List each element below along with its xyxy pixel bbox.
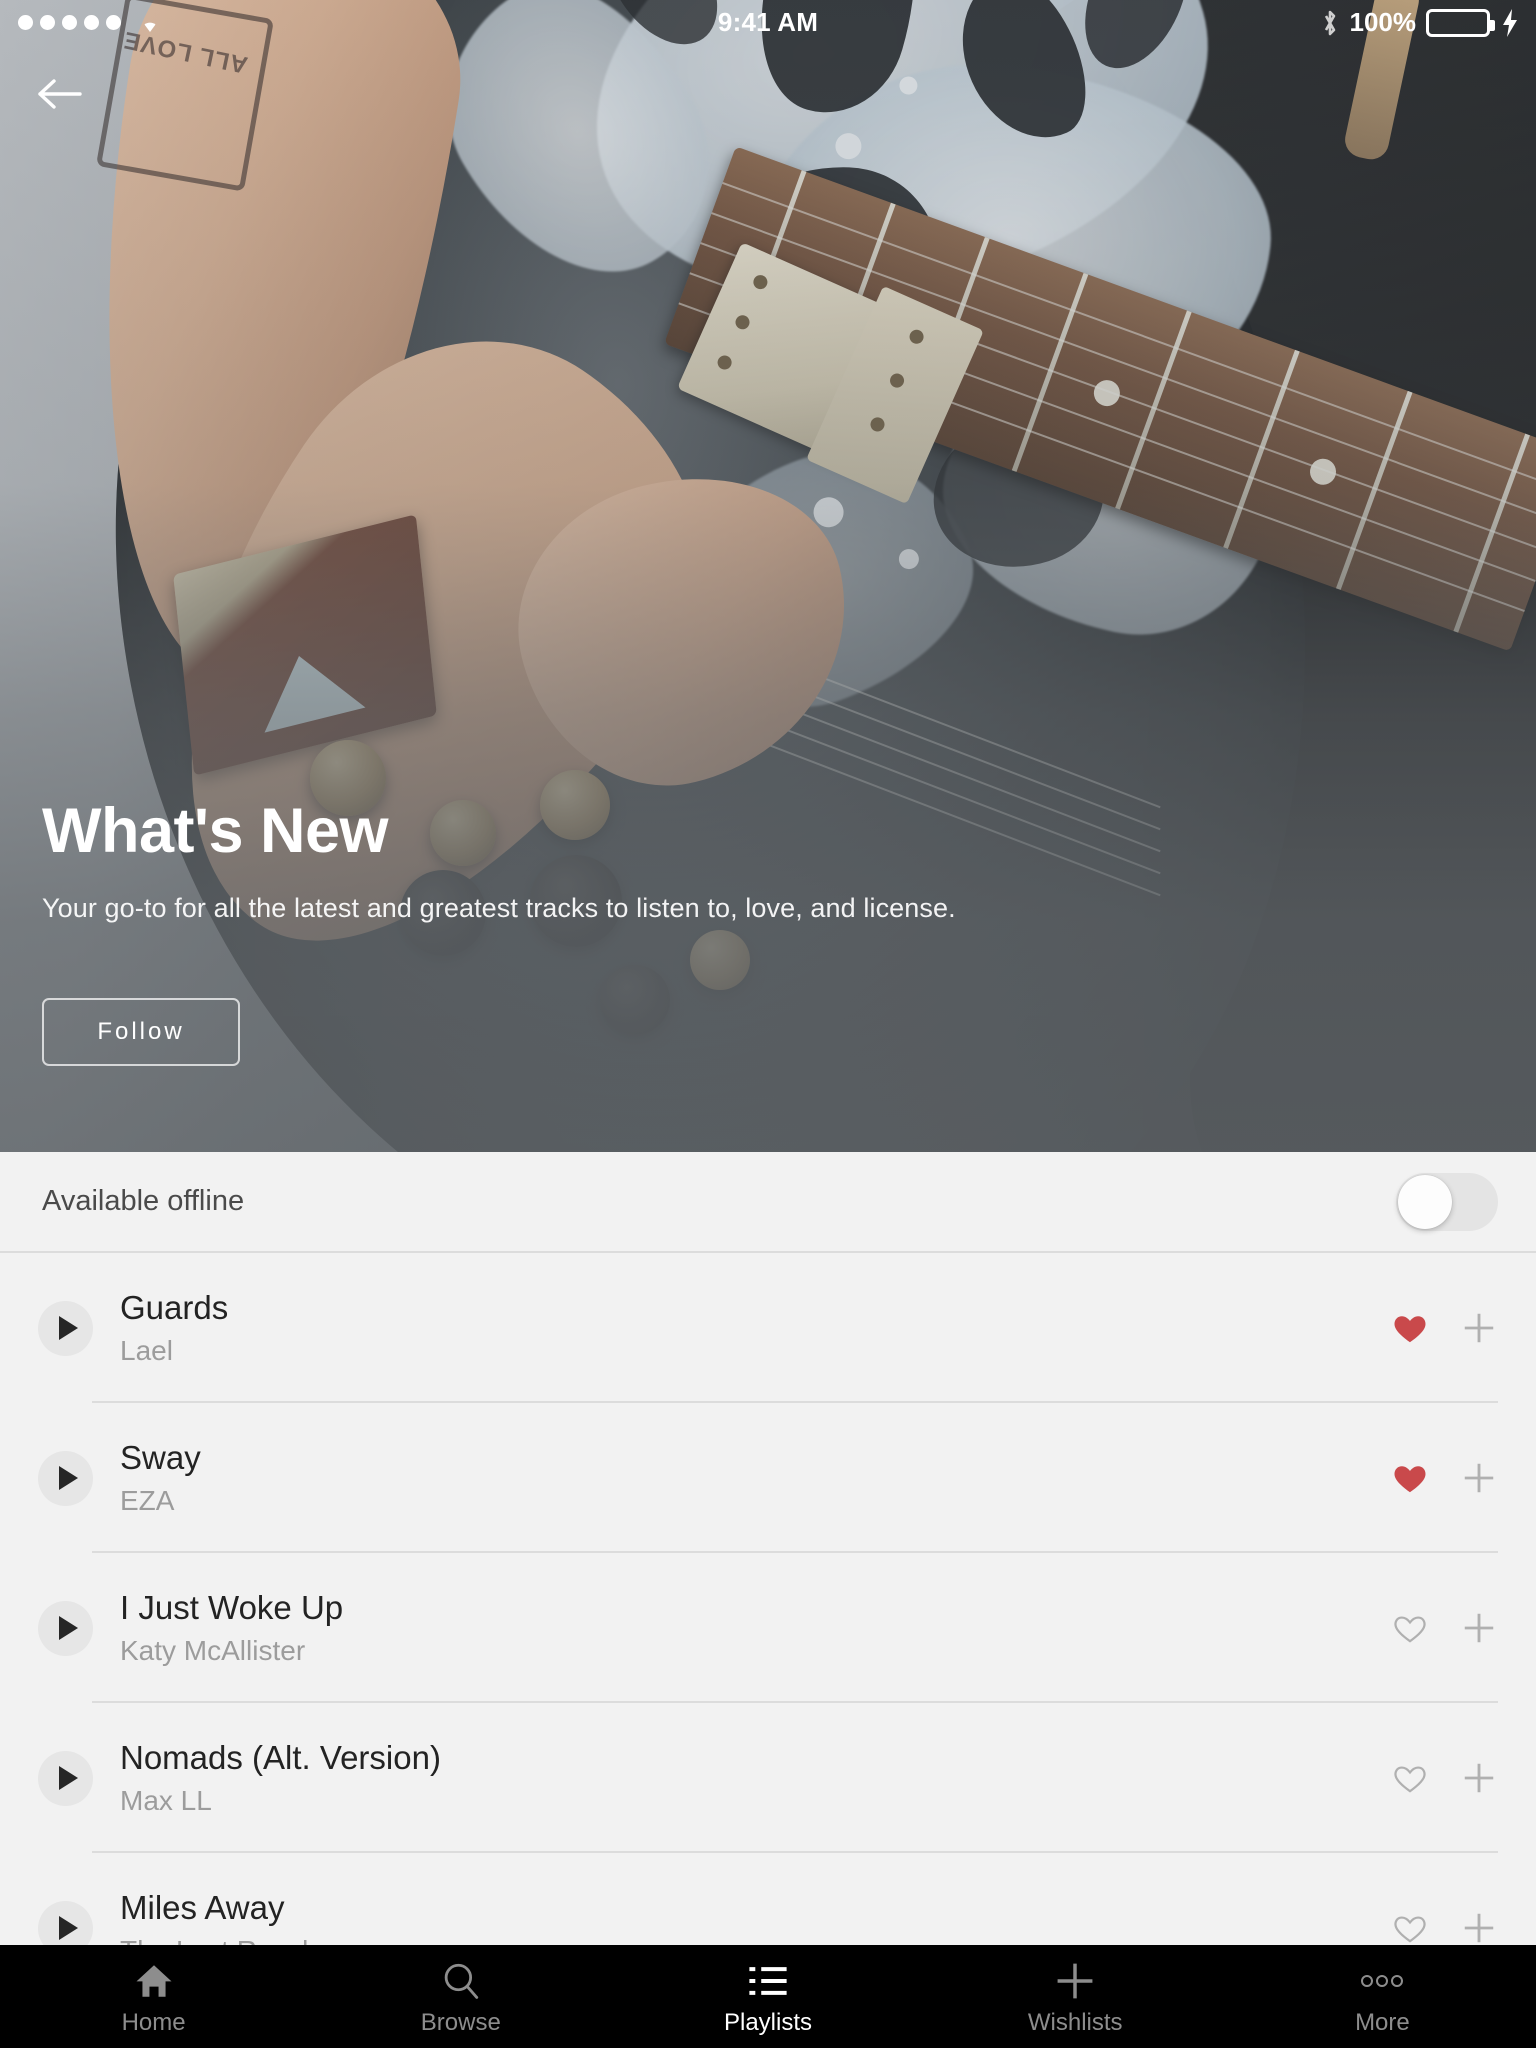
heart-outline-icon[interactable] — [1390, 1909, 1430, 1945]
back-arrow-icon — [38, 79, 82, 109]
home-icon — [133, 1958, 175, 2004]
track-title: Sway — [120, 1438, 201, 1476]
heart-filled-icon[interactable] — [1390, 1459, 1430, 1497]
plus-icon — [1053, 1958, 1097, 2004]
plus-icon[interactable] — [1460, 1609, 1498, 1647]
tab-browse[interactable]: Browse — [307, 1945, 614, 2037]
track-row[interactable]: Nomads (Alt. Version) Max LL — [0, 1703, 1536, 1853]
track-artist: The Last Royals — [120, 1935, 1390, 1945]
search-icon — [440, 1958, 482, 2004]
track-actions — [1390, 1459, 1498, 1497]
tab-label: Playlists — [723, 2009, 813, 2036]
tab-home[interactable]: Home — [0, 1945, 307, 2037]
play-icon — [58, 1916, 78, 1940]
battery-percent-label: 100% — [1349, 7, 1417, 37]
track-row[interactable]: Miles Away The Last Royals — [0, 1853, 1536, 1945]
page-title: What's New — [42, 796, 389, 866]
track-info: Sway EZA — [120, 1439, 1390, 1518]
app-root: ALL LOVE — [0, 0, 1536, 2048]
play-button[interactable] — [38, 1750, 93, 1806]
play-button[interactable] — [38, 1300, 93, 1356]
track-info: Guards Lael — [120, 1289, 1390, 1368]
track-title: Miles Away — [120, 1888, 285, 1926]
track-artist: Katy McAllister — [120, 1635, 306, 1667]
track-actions — [1390, 1759, 1498, 1797]
track-info: Nomads (Alt. Version) Max LL — [120, 1739, 1390, 1818]
track-artist: Lael — [120, 1335, 173, 1367]
track-row[interactable]: I Just Woke Up Katy McAllister — [0, 1553, 1536, 1703]
play-icon — [58, 1616, 78, 1640]
available-offline-row[interactable]: Available offline — [0, 1152, 1536, 1253]
page-subtitle: Your go-to for all the latest and greate… — [42, 893, 956, 923]
track-list: Guards Lael Sway EZA I Just Woke Up Katy… — [0, 1253, 1536, 1945]
toggle-knob — [1398, 1174, 1452, 1229]
list-icon — [746, 1958, 790, 2004]
heart-outline-icon[interactable] — [1390, 1609, 1430, 1647]
play-icon — [58, 1766, 78, 1790]
tab-wishlists[interactable]: Wishlists — [922, 1945, 1229, 2037]
tab-more[interactable]: More — [1229, 1945, 1536, 2037]
track-actions — [1390, 1309, 1498, 1347]
play-button[interactable] — [38, 1450, 93, 1506]
ellipsis-icon — [1357, 1958, 1407, 2004]
status-time: 9:41 AM — [717, 7, 819, 37]
hero-banner: ALL LOVE — [0, 0, 1536, 1152]
bluetooth-icon — [1320, 7, 1340, 39]
tab-label: Wishlists — [1027, 2009, 1123, 2036]
battery-icon — [1426, 8, 1495, 37]
track-artist: Max LL — [120, 1785, 212, 1817]
tab-label: Browse — [420, 2009, 501, 2036]
track-actions — [1390, 1909, 1498, 1945]
track-info: Miles Away The Last Royals — [120, 1889, 1390, 1945]
plus-icon[interactable] — [1460, 1459, 1498, 1497]
track-title: Nomads (Alt. Version) — [120, 1738, 441, 1776]
hero-text-block: What's New Your go-to for all the latest… — [42, 800, 1142, 1152]
follow-button[interactable]: Follow — [42, 998, 240, 1066]
track-title: Guards — [120, 1288, 229, 1326]
heart-filled-icon[interactable] — [1390, 1309, 1430, 1347]
track-title: I Just Woke Up — [120, 1588, 344, 1626]
back-button[interactable] — [28, 62, 92, 126]
plus-icon[interactable] — [1460, 1909, 1498, 1945]
status-right-group: 100% — [1320, 7, 1521, 39]
plus-icon[interactable] — [1460, 1309, 1498, 1347]
plus-icon[interactable] — [1460, 1759, 1498, 1797]
play-button[interactable] — [38, 1600, 93, 1656]
bottom-tab-bar: Home Browse Playlists Wishlists More — [0, 1945, 1536, 2048]
available-offline-label: Available offline — [42, 1185, 245, 1217]
track-row[interactable]: Sway EZA — [0, 1403, 1536, 1553]
track-actions — [1390, 1609, 1498, 1647]
track-info: I Just Woke Up Katy McAllister — [120, 1589, 1390, 1668]
play-button[interactable] — [38, 1900, 93, 1945]
track-artist: EZA — [120, 1485, 175, 1517]
available-offline-toggle[interactable] — [1396, 1172, 1498, 1231]
play-icon — [58, 1466, 78, 1490]
lightning-bolt-icon — [1500, 8, 1520, 38]
tab-playlists[interactable]: Playlists — [614, 1945, 921, 2037]
status-bar: 9:41 AM 100% — [0, 0, 1536, 45]
tab-label: More — [1355, 2009, 1410, 2036]
heart-outline-icon[interactable] — [1390, 1759, 1430, 1797]
tab-label: Home — [121, 2009, 186, 2036]
play-icon — [58, 1316, 78, 1340]
track-row[interactable]: Guards Lael — [0, 1253, 1536, 1403]
